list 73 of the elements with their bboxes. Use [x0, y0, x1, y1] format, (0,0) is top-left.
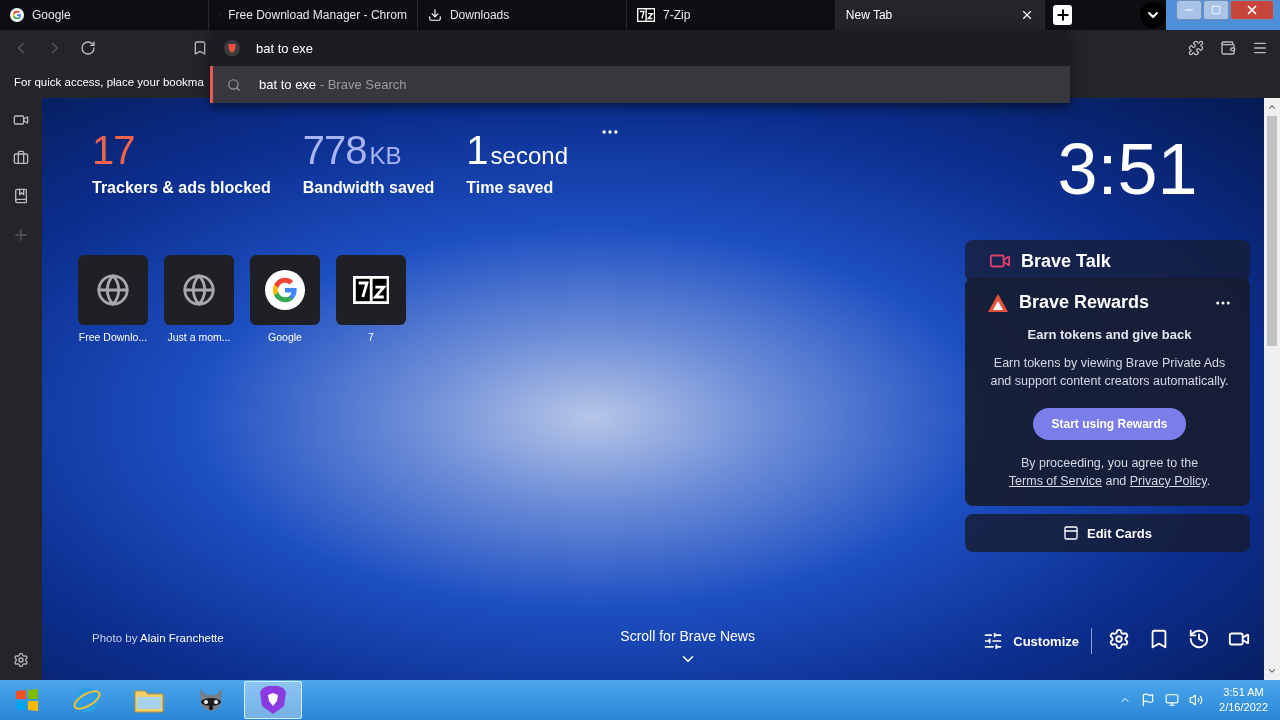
top-site-tile[interactable]	[336, 255, 406, 325]
card-title: Brave Talk	[1021, 250, 1111, 272]
folder-icon	[134, 687, 164, 713]
tab-list-button[interactable]	[1140, 2, 1167, 28]
top-site-tile[interactable]	[164, 255, 234, 325]
customize-button[interactable]: Customize	[983, 628, 1092, 654]
privacy-link[interactable]: Privacy Policy	[1129, 474, 1207, 488]
download-icon	[427, 8, 442, 22]
card-title: Brave Rewards	[1019, 292, 1150, 313]
windows-logo-icon	[14, 687, 40, 713]
volume-icon[interactable]	[1189, 693, 1204, 707]
maximize-icon	[1211, 5, 1222, 15]
globe-icon	[182, 273, 216, 307]
top-site-tile[interactable]	[250, 255, 320, 325]
bookmark-icon[interactable]	[192, 40, 208, 56]
search-suggestion[interactable]: bat to exe - Brave Search	[210, 66, 1070, 103]
plus-icon	[1054, 7, 1071, 23]
google-logo-icon	[265, 270, 305, 310]
briefcase-icon[interactable]	[13, 150, 29, 166]
raccoon-icon	[197, 686, 225, 714]
bookmarks-bar-hint: For quick access, place your bookma	[14, 76, 204, 88]
legal-text: By proceeding, you agree to the Terms of Service and Privacy Policy.	[1007, 455, 1212, 490]
video-icon[interactable]	[13, 112, 29, 128]
taskbar-app[interactable]	[244, 681, 302, 719]
triangle-logo-icon	[987, 292, 1009, 313]
stat-unit: second	[490, 142, 568, 170]
stat-value: 778	[302, 128, 367, 173]
globe-icon	[96, 273, 130, 307]
bookmarks-icon[interactable]	[13, 188, 29, 204]
shield-icon	[224, 40, 240, 56]
stat-label: Trackers & ads blocked	[92, 179, 271, 197]
search-icon	[227, 77, 241, 92]
menu-icon[interactable]	[1252, 40, 1268, 56]
edit-cards-button[interactable]: Edit Cards	[965, 514, 1250, 552]
stat-unit: KB	[369, 142, 402, 170]
seven-zip-logo-icon	[636, 8, 656, 22]
top-site-label: Free Downlo...	[78, 331, 148, 343]
minimize-button[interactable]	[1176, 0, 1203, 20]
browser-tab[interactable]: New Tab	[835, 0, 1045, 30]
settings-icon[interactable]	[13, 652, 29, 668]
rewards-description: Earn tokens by viewing Brave Private Ads and support content creators automatically.	[989, 355, 1230, 390]
new-tab-button[interactable]	[1052, 5, 1073, 25]
top-site-label: Google	[268, 331, 302, 343]
top-site-tile[interactable]	[78, 255, 148, 325]
close-button[interactable]	[1230, 0, 1275, 20]
rewards-subtitle: Earn tokens and give back	[1026, 327, 1193, 342]
stat-label: Time saved	[466, 179, 555, 197]
browser-e-icon	[72, 685, 102, 715]
google-logo-icon	[10, 8, 24, 22]
terms-link[interactable]: Terms of Service	[1008, 474, 1102, 488]
scroll-up-icon[interactable]	[1267, 102, 1277, 112]
flag-icon[interactable]	[1141, 693, 1156, 707]
puzzle-piece-icon[interactable]	[1188, 40, 1204, 56]
seven-zip-logo-icon	[352, 276, 390, 304]
lion-shield-icon	[259, 685, 287, 715]
wallet-icon[interactable]	[1220, 40, 1236, 56]
top-site-label: Just a mom...	[167, 331, 231, 343]
top-site-label: 7	[368, 331, 374, 343]
reload-icon[interactable]	[80, 40, 96, 56]
start-rewards-button[interactable]: Start using Rewards	[1033, 408, 1186, 440]
history-icon[interactable]	[1188, 628, 1210, 650]
network-icon[interactable]	[1165, 693, 1180, 707]
photo-credit: Photo by Alain Franchette	[92, 632, 225, 644]
scrollbar-thumb[interactable]	[1267, 116, 1277, 346]
clock: 3:51	[1056, 128, 1199, 210]
sliders-icon	[983, 631, 1004, 651]
maximize-button[interactable]	[1203, 0, 1230, 20]
stat-value: 1	[466, 128, 488, 173]
card-icon	[1063, 525, 1079, 541]
brave-news-prompt[interactable]: Scroll for Brave News	[620, 628, 755, 644]
stat-label: Bandwidth saved	[302, 179, 435, 197]
stat-value: 17	[92, 128, 135, 173]
scroll-down-icon[interactable]	[1267, 666, 1277, 676]
